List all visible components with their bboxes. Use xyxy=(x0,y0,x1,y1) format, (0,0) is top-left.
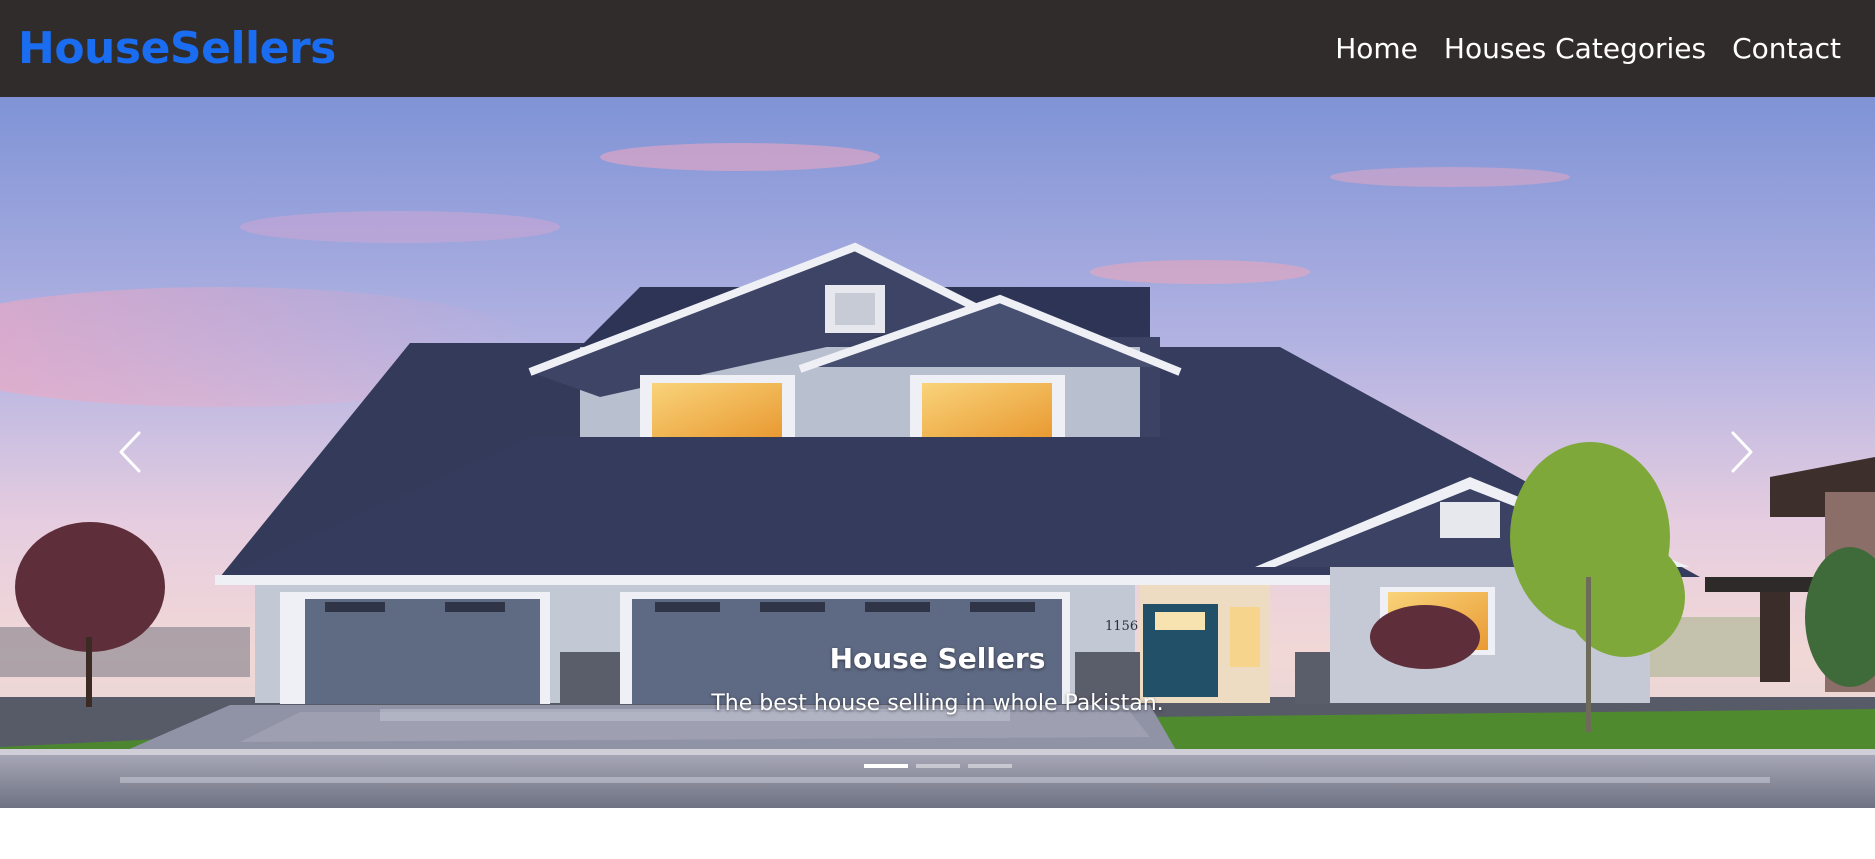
carousel-indicators xyxy=(0,764,1875,768)
caption-title: House Sellers xyxy=(829,642,1046,675)
nav-link-home[interactable]: Home xyxy=(1335,34,1418,63)
nav-link-houses-categories[interactable]: Houses Categories xyxy=(1444,34,1706,63)
nav-links: Home Houses Categories Contact xyxy=(1335,34,1841,63)
carousel-next-button[interactable] xyxy=(1712,417,1772,487)
carousel-indicator-1[interactable] xyxy=(863,764,908,768)
carousel-prev-button[interactable] xyxy=(100,417,160,487)
caption-text: The best house selling in whole Pakistan… xyxy=(711,691,1164,716)
chevron-right-icon xyxy=(1731,431,1753,473)
nav-link-contact[interactable]: Contact xyxy=(1732,34,1841,63)
chevron-left-icon xyxy=(119,431,141,473)
carousel-caption: House Sellers The best house selling in … xyxy=(0,642,1875,716)
hero-carousel: 1156 House Sellers The best house sellin… xyxy=(0,97,1875,808)
carousel-indicator-2[interactable] xyxy=(915,764,960,768)
house-number: 1156 xyxy=(1105,619,1138,634)
carousel-indicator-3[interactable] xyxy=(967,764,1012,768)
brand-logo[interactable]: HouseSellers xyxy=(18,26,336,71)
navbar: HouseSellers Home Houses Categories Cont… xyxy=(0,0,1875,97)
